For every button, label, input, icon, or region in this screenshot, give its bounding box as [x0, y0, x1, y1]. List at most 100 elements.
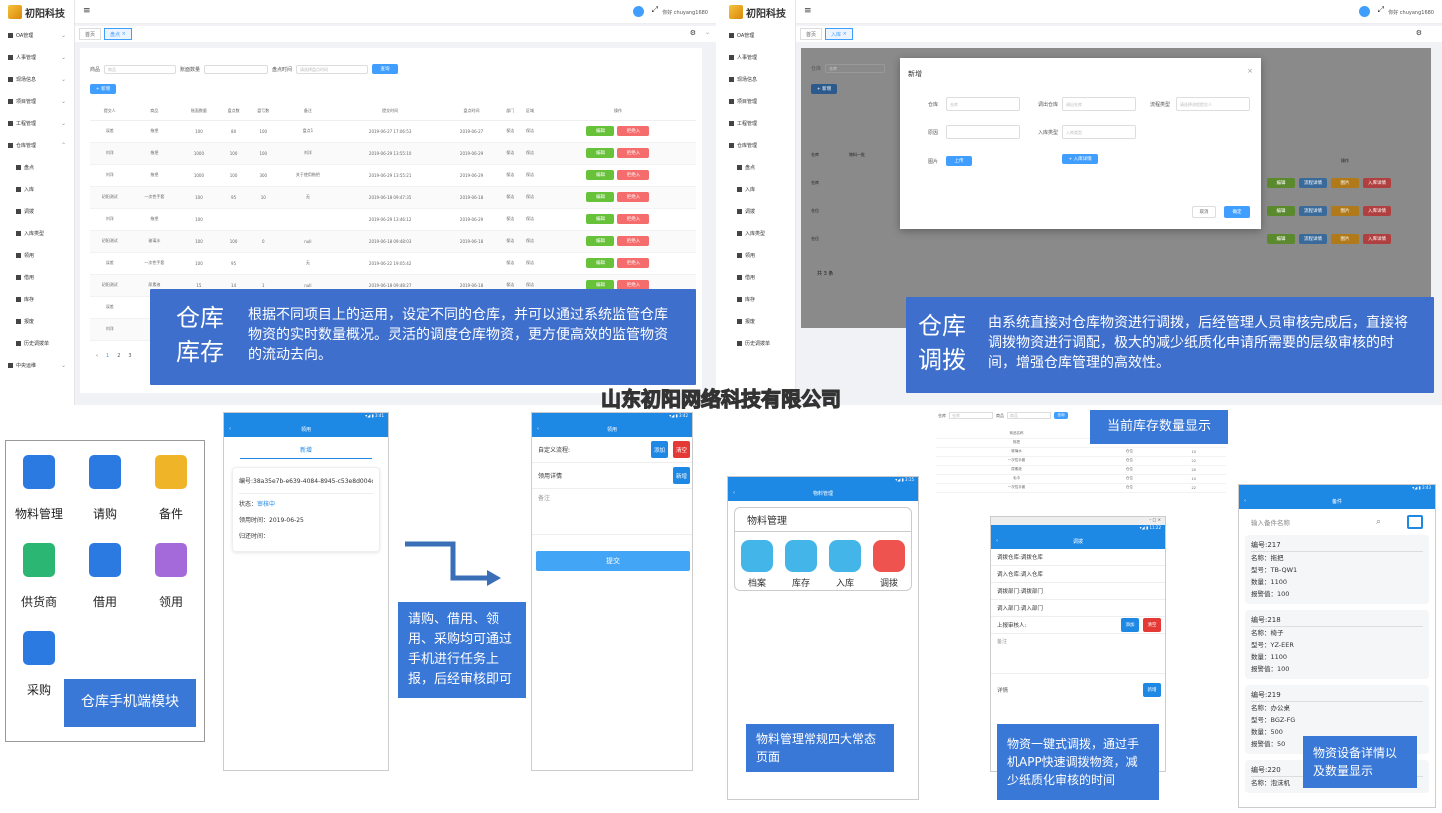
material-item[interactable]: 库存 [785, 540, 817, 589]
allot-warehouse-select[interactable]: 调出仓库 [1062, 97, 1136, 111]
menu-oa[interactable]: OA管理 ⌄ [0, 24, 74, 46]
submenu-stockin-type[interactable]: 入库类型 [0, 222, 74, 244]
menu-ops[interactable]: 中央运维 ⌄ [0, 354, 74, 376]
submenu-borrow[interactable]: 借用 [721, 266, 795, 288]
spare-card[interactable]: 编号:217 名称：拖把 型号：TB-QW1 数量：1100 报警值：100 [1245, 535, 1429, 604]
transfer-field[interactable]: 调拨仓库:调拨仓库 [991, 549, 1165, 566]
menu-hr[interactable]: 人事管理 [721, 46, 795, 68]
action-button[interactable]: 编辑 [1267, 178, 1295, 188]
search-icon[interactable]: ⌕ [1376, 517, 1381, 527]
settings-icon[interactable]: ⚙ [690, 29, 696, 37]
table-row[interactable]: 初阳测试 一次性手套 100 95 10 无 2019-06-18 09:47:35 2019… [90, 186, 696, 209]
date-picker[interactable]: 请选择盘点时间 [296, 64, 369, 74]
reject-button[interactable]: 拒绝入 [617, 148, 650, 158]
transfer-field[interactable]: 调入仓库:调入仓库 [991, 566, 1165, 583]
table-row[interactable]: 误差 拖把 100 80 100 盘点1 2019-06-27 17:06:53 2019-0… [90, 120, 696, 143]
confirm-button[interactable]: 确定 [1224, 206, 1250, 218]
action-button[interactable]: 图片 [1331, 206, 1359, 216]
submenu-stock[interactable]: 库存 [0, 288, 74, 310]
table-row[interactable]: 刘洋 拖把 1000 100 100 刘洋 2019-06-29 13:55:10 2019-… [90, 142, 696, 165]
menu-hr[interactable]: 人事管理 ⌄ [0, 46, 74, 68]
cancel-button[interactable]: 取消 [1192, 206, 1216, 218]
module-item[interactable]: 备件 [138, 455, 204, 522]
tab-home[interactable]: 首页 [800, 28, 823, 40]
search-input[interactable]: 输入备件名称 [1251, 517, 1290, 527]
avatar[interactable] [1359, 6, 1370, 17]
submenu-stock[interactable]: 库存 [721, 288, 795, 310]
reject-button[interactable]: 拒绝入 [617, 258, 650, 268]
material-item[interactable]: 入库 [829, 540, 861, 589]
reason-input[interactable] [946, 125, 1020, 139]
action-button[interactable]: 入库详情 [1363, 234, 1391, 244]
new-detail-button[interactable]: 新增 [1143, 683, 1161, 697]
module-item[interactable]: 借用 [72, 543, 138, 610]
action-button[interactable]: 流程详情 [1299, 178, 1327, 188]
flow-type-select[interactable]: 请选择流程提交人 [1176, 97, 1250, 111]
settings-icon[interactable]: ⚙ [1416, 29, 1422, 37]
fullscreen-icon[interactable]: ⤢ [652, 5, 658, 15]
action-button[interactable]: 入库详情 [1363, 178, 1391, 188]
menu-warehouse[interactable]: 仓库管理 [721, 134, 795, 156]
edit-button[interactable]: 编辑 [586, 236, 615, 246]
menu-oa[interactable]: OA管理 [721, 24, 795, 46]
tab-new[interactable]: 新增 [240, 441, 372, 459]
search-button[interactable]: 查询 [372, 64, 399, 74]
hamburger-icon[interactable]: ≡ [83, 6, 91, 16]
submenu-history[interactable]: 历史调拨单 [721, 332, 795, 354]
warehouse-select[interactable]: 仓库 [946, 97, 1020, 111]
page-number[interactable]: 2 [117, 353, 120, 359]
close-icon[interactable]: × [1247, 67, 1253, 75]
qty-input[interactable] [204, 64, 269, 74]
add-button[interactable]: + 新增 [811, 84, 837, 94]
table-row[interactable]: 刘洋 拖把 100 2019-06-29 13:46:12 2019-06-29 保洁 保洁… [90, 208, 696, 231]
menu-project[interactable]: 项目管理 [721, 90, 795, 112]
submenu-scrap[interactable]: 报废 [0, 310, 74, 332]
submenu-inventory[interactable]: 盘点 [0, 156, 74, 178]
clear-button[interactable]: 清空 [673, 441, 690, 458]
back-icon[interactable]: ‹ [1244, 498, 1246, 504]
use-card[interactable]: 编号:38a35e7b-e639-4084-8945-c53e8d004c9a … [232, 467, 380, 552]
submenu-stockin[interactable]: 入库 [0, 178, 74, 200]
submenu-transfer[interactable]: 调拨 [0, 200, 74, 222]
module-item[interactable]: 请购 [72, 455, 138, 522]
edit-button[interactable]: 编辑 [586, 192, 615, 202]
table-row[interactable]: 初阳测试 玻璃水 100 100 0 null 2019-06-18 09:48:03 201… [90, 230, 696, 253]
reject-button[interactable]: 拒绝入 [617, 126, 650, 136]
module-item[interactable]: 供货商 [6, 543, 72, 610]
page-number[interactable]: 3 [128, 353, 131, 359]
warehouse-select[interactable]: 仓库 [825, 64, 886, 73]
edit-button[interactable]: 编辑 [586, 148, 615, 158]
submit-button[interactable]: 提交 [536, 551, 690, 571]
clear-button[interactable]: 清空 [1143, 618, 1161, 632]
action-button[interactable]: 流程详情 [1299, 234, 1327, 244]
add-button[interactable]: + 新增 [90, 84, 116, 94]
edit-button[interactable]: 编辑 [586, 126, 615, 136]
edit-button[interactable]: 编辑 [586, 258, 615, 268]
back-icon[interactable]: ‹ [229, 426, 231, 432]
upload-button[interactable]: 上传 [946, 156, 972, 166]
warehouse-select[interactable]: 仓库 [949, 412, 993, 419]
back-icon[interactable]: ‹ [996, 538, 998, 544]
reject-button[interactable]: 拒绝入 [617, 192, 650, 202]
scan-icon[interactable] [1407, 515, 1423, 529]
item-select[interactable]: 商品 [1007, 412, 1051, 419]
menu-site[interactable]: 现场信息 ⌄ [0, 68, 74, 90]
close-icon[interactable]: × [843, 31, 847, 37]
fullscreen-icon[interactable]: ⤢ [1378, 5, 1384, 15]
add-button[interactable]: 添加 [651, 441, 668, 458]
menu-site[interactable]: 现场信息 [721, 68, 795, 90]
search-button[interactable]: 查询 [1054, 412, 1068, 419]
reject-button[interactable]: 拒绝入 [617, 214, 650, 224]
tab-home[interactable]: 首页 [79, 28, 102, 40]
remark-textarea[interactable]: 备注 [991, 634, 1165, 674]
menu-warehouse[interactable]: 仓库管理 ⌃ [0, 134, 74, 156]
item-select[interactable]: 商品 [104, 64, 177, 74]
action-button[interactable]: 编辑 [1267, 234, 1295, 244]
chevron-down-icon[interactable]: ⌄ [705, 29, 710, 36]
add-detail-button[interactable]: + 入库详情 [1062, 154, 1098, 164]
action-button[interactable]: 入库详情 [1363, 206, 1391, 216]
page-number[interactable]: 1 [106, 353, 109, 359]
transfer-field[interactable]: 调入部门:调入部门 [991, 600, 1165, 617]
back-icon[interactable]: ‹ [537, 426, 539, 432]
action-button[interactable]: 流程详情 [1299, 206, 1327, 216]
